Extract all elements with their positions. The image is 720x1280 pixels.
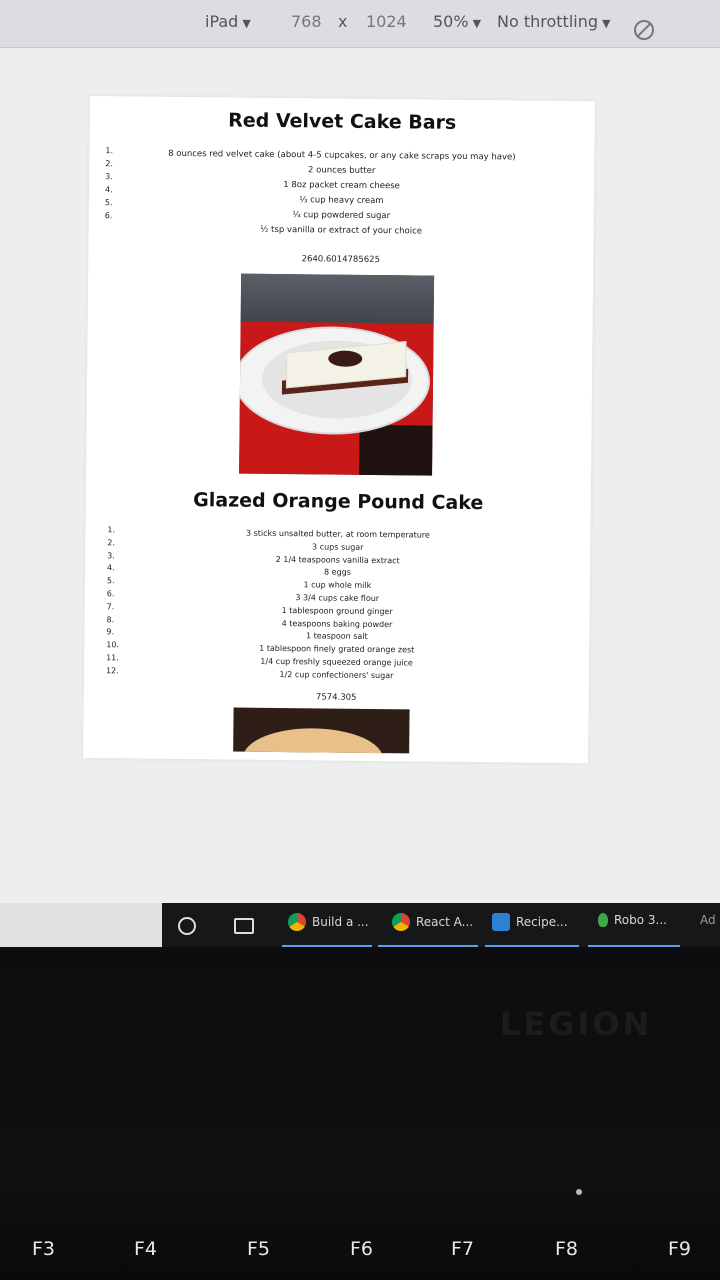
block-icon[interactable] [634,20,654,40]
taskbar-app-label: Recipe... [516,915,568,929]
cortana-search-icon[interactable] [178,917,196,935]
key-f8[interactable]: F8 [555,1238,578,1260]
device-toolbar: iPad ▼ 768 x 1024 50% ▼ No throttling ▼ [0,0,720,48]
recipe-number: 2640.6014785625 [301,254,381,266]
taskbar-app-recipe[interactable]: Recipe... [492,913,568,931]
taskbar-app-robo3t[interactable]: Robo 3... [598,913,667,927]
robo3t-icon [598,913,608,927]
indicator-light [576,1189,582,1195]
taskbar-app-label: Build a ... [312,915,369,929]
height-input[interactable]: 1024 [366,12,407,31]
key-f6[interactable]: F6 [350,1238,373,1260]
monitor-screen: iPad ▼ 768 x 1024 50% ▼ No throttling ▼ Red… [0,0,720,945]
throttling-value: No throttling [497,12,599,31]
key-f7[interactable]: F7 [451,1238,474,1260]
ingredient-list: 3 sticks unsalted butter, at room temper… [84,526,591,685]
chrome-icon [288,913,306,931]
recipe-title: Glazed Orange Pound Cake [193,489,484,515]
key-f4[interactable]: F4 [134,1238,157,1260]
taskbar-app-cut[interactable]: Ad [700,913,716,927]
throttling-select[interactable]: No throttling ▼ [497,12,610,31]
chevron-down-icon: ▼ [602,17,611,30]
recipe-image [233,707,410,754]
taskbar: Build a ... React A... Recipe... Robo 3.… [0,903,720,947]
taskbar-app-label: Robo 3... [614,913,667,927]
emulated-page: Red Velvet Cake Bars 1. 2. 3. 4. 5. 6. 8… [83,96,595,764]
vscode-icon [492,913,510,931]
laptop-keyboard [0,947,720,1280]
device-select[interactable]: iPad ▼ [205,12,251,31]
ingredient-list: 8 ounces red velvet cake (about 4-5 cupc… [89,146,595,241]
task-view-icon[interactable] [234,918,254,934]
key-f9[interactable]: F9 [668,1238,691,1260]
key-f5[interactable]: F5 [247,1238,270,1260]
dimension-separator: x [338,12,348,31]
brand-logo: LEGION [500,1005,653,1043]
taskbar-app-react[interactable]: React A... [392,913,473,931]
chevron-down-icon: ▼ [472,17,482,30]
zoom-value: 50% [433,12,469,31]
chevron-down-icon: ▼ [242,17,251,30]
device-name: iPad [205,12,239,31]
zoom-select[interactable]: 50% ▼ [433,12,481,31]
recipe-title: Red Velvet Cake Bars [228,109,457,134]
chrome-icon [392,913,410,931]
recipe-number: 7574.305 [315,692,357,703]
width-input[interactable]: 768 [291,12,322,31]
taskbar-app-build[interactable]: Build a ... [288,913,369,931]
taskbar-app-label: React A... [416,915,474,929]
recipe-image [239,273,435,476]
key-f3[interactable]: F3 [32,1238,55,1260]
